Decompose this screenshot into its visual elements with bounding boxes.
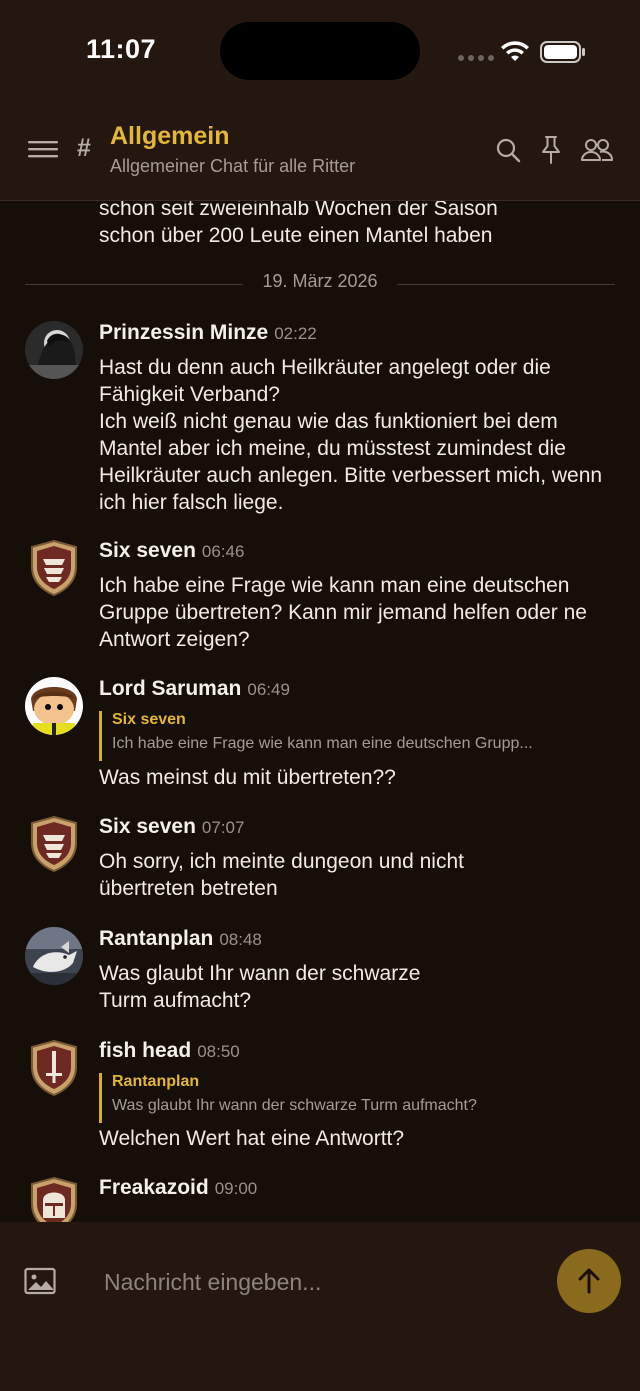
reply-author: Six seven	[112, 711, 186, 728]
message-header: fish head 08:50	[99, 1039, 240, 1063]
message-time: 09:00	[214, 1179, 258, 1198]
divider-line	[25, 284, 243, 285]
battery-icon	[540, 41, 585, 63]
menu-icon[interactable]	[28, 139, 58, 161]
pin-icon[interactable]	[538, 135, 564, 165]
send-button[interactable]	[557, 1249, 621, 1313]
reply-quote[interactable]: Six seven Ich habe eine Frage wie kann m…	[99, 711, 612, 761]
message-item[interactable]: Prinzessin Minze 02:22 Hast du denn auch …	[0, 321, 640, 521]
message-time: 06:49	[247, 680, 290, 699]
avatar[interactable]	[25, 677, 83, 735]
dynamic-island	[220, 22, 420, 80]
date-divider-label: 19. März 2026	[262, 271, 378, 291]
message-header: Lord Saruman 06:49	[99, 677, 290, 701]
channel-description: Allgemeiner Chat für alle Ritter	[110, 156, 356, 176]
message-list[interactable]: schon seit zweieinhalb Wochen der Saison…	[0, 201, 640, 1222]
message-item[interactable]: Six seven 06:46 Ich habe eine Frage wie k…	[0, 539, 640, 659]
reply-text: Was glaubt Ihr wann der schwarze Turm au…	[112, 1097, 477, 1114]
message-item[interactable]: Lord Saruman 06:49 Six seven Ich habe ein…	[0, 677, 640, 797]
message-header: Prinzessin Minze 02:22	[99, 321, 317, 345]
avatar[interactable]	[25, 927, 83, 985]
avatar[interactable]	[25, 321, 83, 379]
message-author[interactable]: Lord Saruman	[99, 677, 241, 700]
message-item[interactable]: Six seven 07:07 Oh sorry, ich meinte dung…	[0, 815, 640, 915]
channel-title[interactable]: Allgemein	[110, 122, 229, 151]
arrow-up-icon	[578, 1268, 600, 1294]
divider-line	[397, 284, 615, 285]
members-icon[interactable]	[580, 136, 614, 164]
message-author[interactable]: Six seven	[99, 815, 196, 838]
cellular-signal-icon	[458, 55, 494, 61]
rank-shield-avatar[interactable]	[29, 1039, 79, 1097]
rank-shield-avatar[interactable]	[29, 1176, 79, 1222]
message-author[interactable]: fish head	[99, 1039, 191, 1062]
message-time: 02:22	[274, 324, 317, 343]
message-author[interactable]: Rantanplan	[99, 927, 213, 950]
message-text: Oh sorry, ich meinte dungeon und nicht ü…	[99, 850, 464, 900]
message-item[interactable]: fish head 08:50 Rantanplan Was glaubt Ihr…	[0, 1039, 640, 1159]
message-text: Was meinst du mit übertreten??	[99, 766, 396, 789]
reply-text: Ich habe eine Frage wie kann man eine de…	[112, 735, 533, 752]
message-text: Welchen Wert hat eine Antwortt?	[99, 1127, 405, 1150]
channel-hash-icon: #	[77, 134, 91, 162]
status-time: 11:07	[86, 34, 157, 64]
message-text: schon seit zweieinhalb Wochen der Saison…	[99, 201, 498, 247]
message-author[interactable]: Prinzessin Minze	[99, 321, 268, 344]
message-time: 08:48	[219, 930, 262, 949]
wifi-icon	[501, 41, 529, 61]
message-author[interactable]: Freakazoid	[99, 1176, 209, 1199]
message-header: Freakazoid 09:00	[99, 1176, 257, 1200]
message-time: 06:46	[201, 542, 245, 561]
message-text: Was glaubt Ihr wann der schwarze Turm au…	[99, 962, 421, 1012]
message-author[interactable]: Six seven	[99, 539, 196, 562]
image-attach-icon[interactable]	[24, 1267, 56, 1295]
chat-screen: 11:07 # Allgemein Allgemeiner Chat für a…	[0, 0, 640, 1391]
rank-shield-avatar[interactable]	[29, 815, 79, 873]
message-time: 08:50	[197, 1042, 240, 1061]
search-icon[interactable]	[494, 136, 522, 164]
message-time: 07:07	[201, 818, 245, 837]
message-header: Rantanplan 08:48	[99, 927, 262, 951]
status-bar: 11:07	[0, 0, 640, 100]
reply-quote[interactable]: Rantanplan Was glaubt Ihr wann der schwa…	[99, 1073, 612, 1123]
date-divider: 19. März 2026	[25, 271, 615, 297]
message-composer	[0, 1222, 640, 1391]
reply-author: Rantanplan	[112, 1073, 200, 1090]
message-input[interactable]	[102, 1262, 536, 1302]
rank-shield-avatar[interactable]	[29, 539, 79, 597]
message-header: Six seven 06:46	[99, 539, 244, 563]
message-text: Ich habe eine Frage wie kann man eine de…	[99, 574, 587, 651]
message-item[interactable]: Rantanplan 08:48 Was glaubt Ihr wann der …	[0, 927, 640, 1027]
message-header: Six seven 07:07	[99, 815, 244, 839]
message-item[interactable]: Freakazoid 09:00	[0, 1176, 640, 1222]
message-text: Hast du denn auch Heilkräuter angelegt o…	[99, 356, 603, 514]
